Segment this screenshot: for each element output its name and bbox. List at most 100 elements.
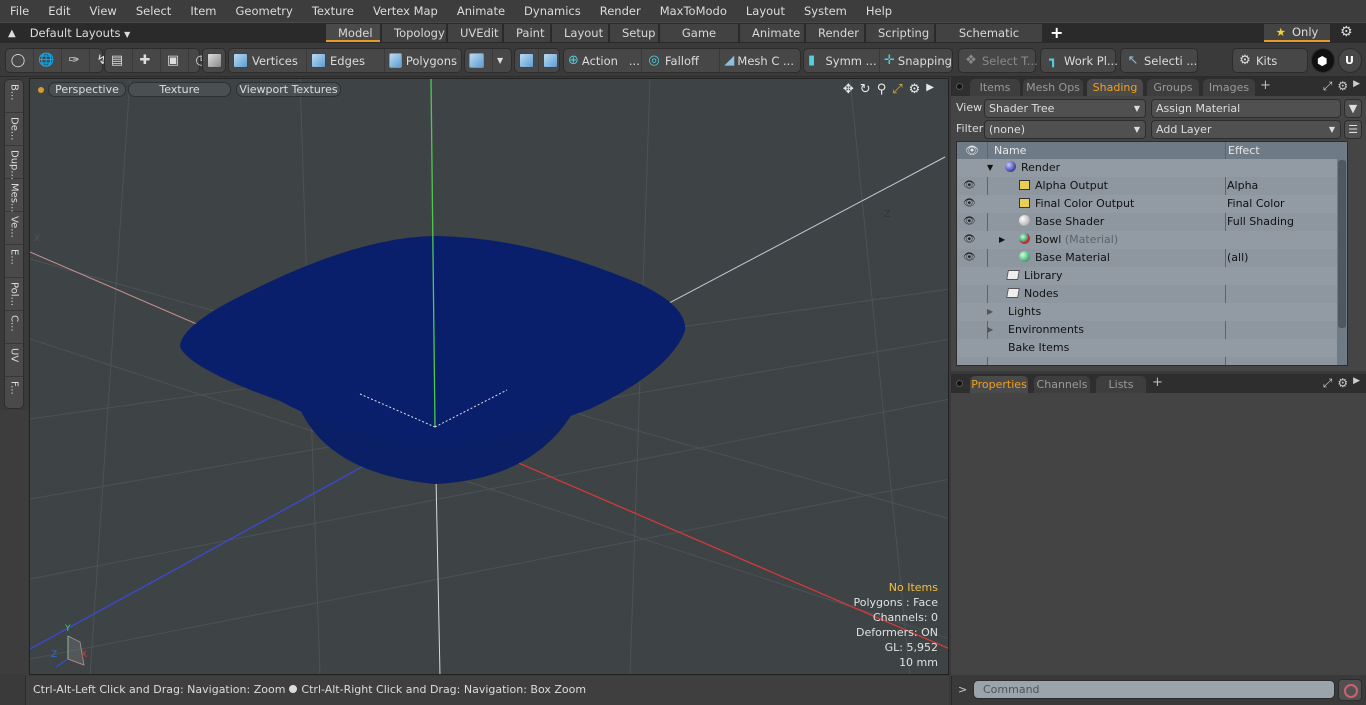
panel-gear-icon[interactable]: ⚙ xyxy=(1337,376,1348,391)
eye-icon[interactable]: 👁 xyxy=(963,249,976,267)
tab-shading[interactable]: Shading xyxy=(1087,79,1143,96)
panel-gear-icon[interactable]: ⚙ xyxy=(1337,79,1348,94)
layout-tab-uvedit[interactable]: UVEdit xyxy=(448,24,502,42)
layout-tab-render[interactable]: Render xyxy=(806,24,864,42)
maximize-icon[interactable]: ⤢ xyxy=(892,82,902,97)
symmetry-button[interactable]: ▮ Symm ... xyxy=(804,49,880,72)
tab-items[interactable]: Items xyxy=(970,79,1020,96)
item-mode-button[interactable] xyxy=(203,49,226,72)
frame-button[interactable]: ▣ xyxy=(161,49,189,72)
eye-icon[interactable]: 👁 xyxy=(963,213,976,231)
name-column-header[interactable]: Name xyxy=(988,142,1225,159)
menu-render[interactable]: Render xyxy=(590,0,650,22)
layout-tab-game-tools[interactable]: Game Tools xyxy=(660,24,738,58)
menu-file[interactable]: File xyxy=(0,0,38,22)
add-layer-dropdown[interactable]: Add Layer ▼ xyxy=(1151,120,1341,139)
snapping-button[interactable]: ✛ Snapping xyxy=(880,49,952,72)
menu-animate[interactable]: Animate xyxy=(447,0,514,22)
record-macro-button[interactable] xyxy=(1338,679,1362,701)
layout-tab-paint[interactable]: Paint xyxy=(504,24,550,42)
globe-button[interactable]: 🌐 xyxy=(34,49,62,72)
pan-icon[interactable]: ✥ xyxy=(843,82,854,97)
left-tab-6[interactable]: E... xyxy=(5,245,23,278)
add-layout-tab-button[interactable]: + xyxy=(1044,24,1069,42)
expand-arrow-icon[interactable]: ▶ xyxy=(987,303,993,321)
tree-row-nodes[interactable]: Nodes xyxy=(957,285,1347,303)
tree-row-base-shader[interactable]: 👁 Base Shader Full Shading ▼ xyxy=(957,213,1347,231)
layout-tab-scripting[interactable]: Scripting xyxy=(866,24,934,42)
menu-view[interactable]: View xyxy=(80,0,126,22)
left-tab-4[interactable]: Mes... xyxy=(5,179,23,213)
filter-dropdown[interactable]: (none) ▼ xyxy=(984,120,1146,139)
tree-scrollbar[interactable] xyxy=(1337,142,1347,365)
menu-item[interactable]: Item xyxy=(180,0,225,22)
viewport-gear-icon[interactable]: ⚙ xyxy=(909,82,921,97)
tree-row-render[interactable]: ▼ Render xyxy=(957,159,1347,177)
menu-vertex-map[interactable]: Vertex Map xyxy=(363,0,447,22)
pivot-button[interactable] xyxy=(539,49,562,72)
panel-arrow-icon[interactable]: ▶ xyxy=(1353,376,1360,391)
circle-select-button[interactable]: ◯ xyxy=(6,49,34,72)
texture-shading-button[interactable]: Texture xyxy=(128,82,231,97)
visibility-column-header[interactable]: 👁 xyxy=(957,142,987,159)
effect-column-header[interactable]: Effect xyxy=(1226,142,1337,159)
expand-icon[interactable]: ⤢ xyxy=(1323,376,1333,391)
menu-select[interactable]: Select xyxy=(126,0,180,22)
3d-viewport[interactable]: X -Z Y Z X Perspective Texture Viewport … xyxy=(29,78,949,675)
align-button[interactable]: ▤ xyxy=(105,49,133,72)
pen-button[interactable]: ✑ xyxy=(62,49,90,72)
menu-maxtomodo[interactable]: MaxToModo xyxy=(650,0,736,22)
tree-row-lights[interactable]: ▶ Lights xyxy=(957,303,1347,321)
tab-channels[interactable]: Channels xyxy=(1034,376,1090,393)
left-tab-3[interactable]: Dup... xyxy=(5,146,23,180)
layout-tab-layout[interactable]: Layout xyxy=(552,24,608,42)
tab-groups[interactable]: Groups xyxy=(1147,79,1199,96)
left-tab-8[interactable]: C... xyxy=(5,311,23,344)
action-center-button[interactable]: ⊕ Action ... xyxy=(564,49,642,72)
uv-unwrap-button[interactable]: ✚ xyxy=(133,49,161,72)
left-tab-1[interactable]: B... xyxy=(5,80,23,113)
panel-menu-dot[interactable] xyxy=(956,380,963,387)
tree-row-alpha-output[interactable]: 👁 Alpha Output Alpha ▼ xyxy=(957,177,1347,195)
mesh-constraints-button[interactable]: ◢ Mesh C ... xyxy=(720,49,798,72)
unreal-button[interactable]: U xyxy=(1338,48,1362,73)
layout-tab-setup[interactable]: Setup xyxy=(610,24,658,42)
tab-lists[interactable]: Lists xyxy=(1096,376,1146,393)
assign-material-button[interactable]: Assign Material xyxy=(1151,99,1341,118)
menu-geometry[interactable]: Geometry xyxy=(226,0,302,22)
menu-texture[interactable]: Texture xyxy=(302,0,363,22)
kits-button[interactable]: ⚙ Kits xyxy=(1233,49,1281,72)
view-dropdown[interactable]: Shader Tree ▼ xyxy=(984,99,1146,118)
tab-images[interactable]: Images xyxy=(1203,79,1255,96)
falloff-button[interactable]: ◎ Falloff xyxy=(642,49,720,72)
work-plane-button[interactable]: ┓ Work Pl... xyxy=(1041,49,1122,72)
collapse-arrow-icon[interactable]: ▼ xyxy=(987,159,993,177)
layouts-dropdown[interactable]: Default Layouts ▼ xyxy=(30,26,131,40)
menu-edit[interactable]: Edit xyxy=(38,0,79,22)
tree-row-bowl-material[interactable]: 👁 ▶ Bowl (Material) ▼ xyxy=(957,231,1347,249)
zoom-icon[interactable]: ⚲ xyxy=(877,82,887,97)
eye-icon[interactable]: 👁 xyxy=(963,195,976,213)
viewport-textures-button[interactable]: Viewport Textures xyxy=(236,82,341,97)
rotate-icon[interactable]: ↻ xyxy=(860,82,871,97)
menu-layout[interactable]: Layout xyxy=(736,0,794,22)
left-tab-7[interactable]: Pol... xyxy=(5,278,23,311)
panel-menu-dot[interactable] xyxy=(956,83,963,90)
add-tab-button[interactable]: + xyxy=(1260,78,1271,93)
add-tab-button[interactable]: + xyxy=(1152,375,1163,390)
modo-cube-button[interactable]: ⬢ xyxy=(1311,48,1335,73)
transform-gizmo-button[interactable] xyxy=(515,49,539,72)
only-toggle[interactable]: ★ Only xyxy=(1264,24,1330,42)
layout-tab-schematic-fusion[interactable]: Schematic Fusion xyxy=(936,24,1042,58)
left-tab-2[interactable]: De... xyxy=(5,113,23,146)
viewport-options-dot[interactable] xyxy=(38,87,44,93)
panel-arrow-icon[interactable]: ▶ xyxy=(1353,79,1360,94)
layout-tab-model[interactable]: Model xyxy=(326,24,380,42)
scrollbar-thumb[interactable] xyxy=(1338,160,1346,328)
menu-help[interactable]: Help xyxy=(856,0,901,22)
selection-sets-button[interactable]: ↖ Selecti ... xyxy=(1121,49,1201,72)
tree-row-library[interactable]: Library xyxy=(957,267,1347,285)
eye-icon[interactable]: 👁 xyxy=(963,177,976,195)
expand-arrow-icon[interactable]: ▶ xyxy=(999,231,1005,249)
left-tab-10[interactable]: F... xyxy=(5,377,23,410)
